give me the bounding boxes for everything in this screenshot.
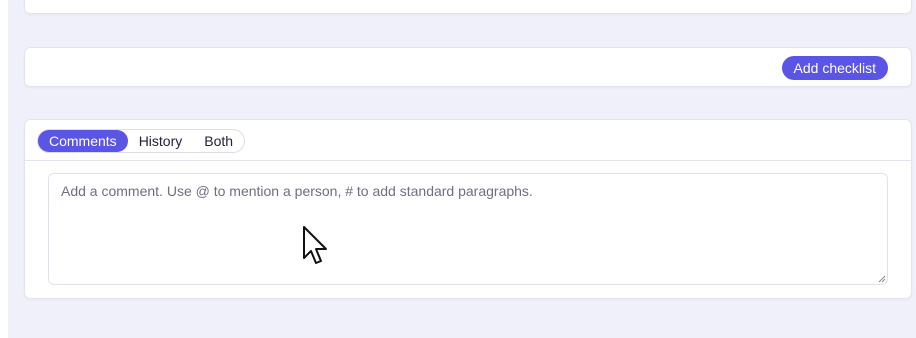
checklist-card: Add checklist bbox=[24, 47, 912, 87]
tab-history[interactable]: History bbox=[128, 130, 194, 152]
previous-section-card bbox=[24, 0, 912, 14]
activity-tabs-bar: Comments History Both bbox=[25, 120, 911, 161]
activity-card: Comments History Both bbox=[24, 119, 912, 299]
tab-both[interactable]: Both bbox=[193, 130, 244, 152]
add-checklist-button[interactable]: Add checklist bbox=[781, 56, 888, 80]
comment-input[interactable] bbox=[48, 173, 888, 285]
activity-tab-group: Comments History Both bbox=[37, 129, 246, 153]
tab-comments[interactable]: Comments bbox=[38, 130, 128, 152]
resize-handle-icon[interactable] bbox=[878, 275, 886, 283]
